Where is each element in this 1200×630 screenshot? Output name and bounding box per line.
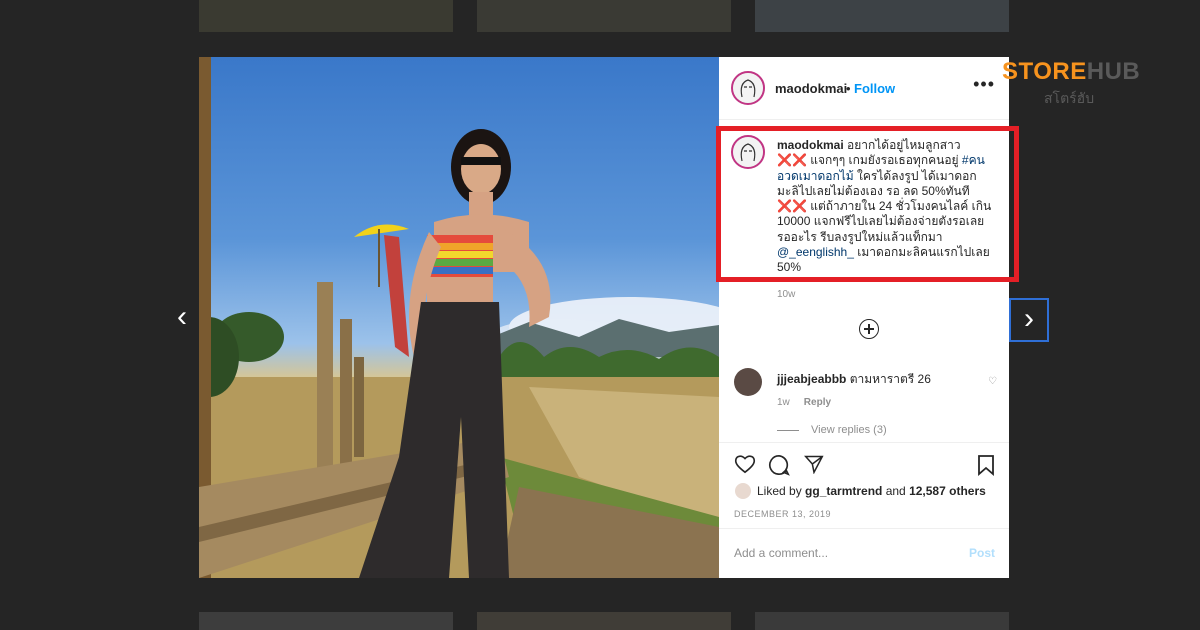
- author-avatar[interactable]: [731, 71, 765, 105]
- likes-prefix: Liked by: [757, 484, 806, 498]
- commenter-username[interactable]: jjjeabjeabbb: [777, 372, 846, 386]
- action-bar: [719, 442, 1009, 483]
- logo-part-store: STORE: [1002, 58, 1087, 85]
- divider: [777, 429, 799, 431]
- follow-button[interactable]: Follow: [854, 81, 895, 96]
- comment-text: jjjeabjeabbb ตามหาราตรี 26: [777, 370, 931, 389]
- comment-meta: 1w Reply: [777, 397, 831, 408]
- post-comment-button[interactable]: Post: [969, 546, 995, 560]
- caption-highlight-box: [716, 126, 1019, 282]
- add-comment-input[interactable]: Add a comment...: [734, 546, 828, 560]
- avatar-face-icon: [733, 73, 763, 103]
- bookmark-icon[interactable]: [977, 454, 995, 476]
- post-time[interactable]: 10w: [777, 289, 795, 300]
- post-header: maodokmai • Follow •••: [719, 57, 1009, 120]
- likes-summary[interactable]: Liked by gg_tarmtrend and 12,587 others: [757, 484, 986, 498]
- add-icon[interactable]: [859, 319, 879, 339]
- comment-body: ตามหาราตรี 26: [846, 372, 931, 386]
- post-photo[interactable]: [199, 57, 719, 578]
- liker-avatar[interactable]: [735, 483, 751, 499]
- logo-part-hub: HUB: [1086, 58, 1141, 85]
- post-date: DECEMBER 13, 2019: [734, 509, 832, 519]
- separator-dot: •: [846, 81, 851, 96]
- comment-like-icon[interactable]: ♡: [988, 376, 997, 387]
- share-icon[interactable]: [804, 454, 824, 474]
- prev-arrow-icon[interactable]: ‹: [164, 298, 200, 338]
- logo-subtitle: สโตร์ฮับ: [1044, 90, 1095, 106]
- storehub-logo: STOREHUB: [1002, 58, 1140, 86]
- comment-icon[interactable]: [768, 454, 790, 476]
- more-icon[interactable]: •••: [973, 75, 995, 93]
- liker-username[interactable]: gg_tarmtrend: [805, 484, 882, 498]
- view-replies-label: View replies (3): [811, 424, 887, 436]
- author-username[interactable]: maodokmai: [775, 81, 847, 96]
- commenter-avatar[interactable]: [734, 368, 762, 396]
- view-replies-button[interactable]: View replies (3): [777, 424, 887, 436]
- comment-time: 1w: [777, 397, 790, 408]
- photo-illustration: [199, 57, 719, 578]
- likes-and: and: [882, 484, 910, 498]
- likes-count[interactable]: 12,587 others: [909, 484, 986, 498]
- add-comment-bar: Add a comment... Post: [719, 528, 1009, 579]
- next-arrow-icon[interactable]: ›: [1009, 298, 1049, 342]
- heart-icon[interactable]: [734, 454, 756, 474]
- reply-button[interactable]: Reply: [804, 397, 831, 408]
